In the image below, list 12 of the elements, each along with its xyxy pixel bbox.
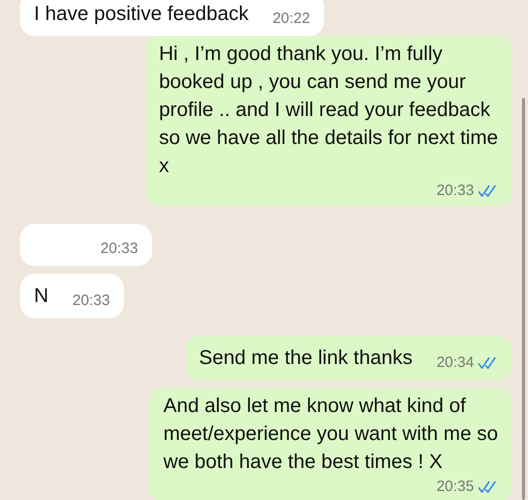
- scroll-bar[interactable]: [522, 98, 525, 500]
- message-time: 20:33: [100, 240, 138, 258]
- message-time: 20:35: [436, 478, 474, 496]
- message-text: Hi , I’m good thank you. I’m fully booked up , you can send me your profile .. and I will read your feedback so we have all the details for next time x: [158, 42, 498, 179]
- message-time: 20:22: [272, 10, 310, 28]
- message-text: Send me the link thanks: [198, 346, 412, 371]
- message-time: 20:33: [72, 292, 110, 310]
- message-text: N: [34, 284, 48, 309]
- message-text: And also let me know what kind of meet/experience you want with me so we both have the best times ! X: [163, 394, 498, 475]
- message-text: I have positive feedback: [34, 2, 249, 27]
- message-time: 20:33: [436, 182, 474, 200]
- message-time: 20:34: [436, 354, 474, 372]
